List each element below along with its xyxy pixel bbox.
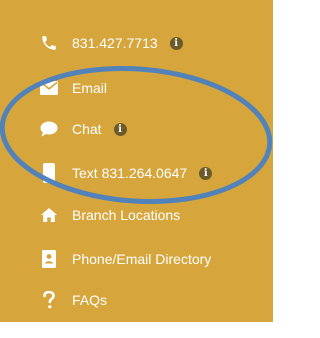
chat-label: Chat [72, 121, 102, 137]
menu-item-branch-locations[interactable]: Branch Locations [38, 202, 180, 228]
menu-item-faqs[interactable]: FAQs [38, 287, 107, 313]
envelope-icon [38, 77, 60, 99]
address-book-icon [38, 248, 60, 270]
menu-item-directory[interactable]: Phone/Email Directory [38, 246, 211, 272]
faqs-label: FAQs [72, 292, 108, 308]
branch-locations-label: Branch Locations [72, 207, 181, 223]
text-number-label: Text 831.264.0647 [72, 165, 188, 181]
phone-icon [38, 32, 60, 54]
home-icon [38, 204, 60, 226]
question-mark-icon [38, 289, 60, 311]
directory-label: Phone/Email Directory [72, 251, 212, 267]
info-icon[interactable]: i [199, 166, 213, 180]
chat-bubble-icon [38, 118, 60, 140]
email-label: Email [72, 80, 108, 96]
info-icon[interactable]: i [169, 36, 183, 50]
menu-item-email[interactable]: Email [38, 75, 107, 101]
contact-menu-panel: 831.427.7713 i Email Chat i Text 831.264… [0, 0, 273, 322]
menu-item-phone[interactable]: 831.427.7713 i [38, 30, 183, 56]
phone-number-label: 831.427.7713 [72, 35, 158, 51]
info-icon[interactable]: i [113, 122, 127, 136]
menu-item-chat[interactable]: Chat i [38, 116, 127, 142]
menu-item-text[interactable]: Text 831.264.0647 i [38, 160, 213, 186]
mobile-phone-icon [38, 162, 60, 184]
